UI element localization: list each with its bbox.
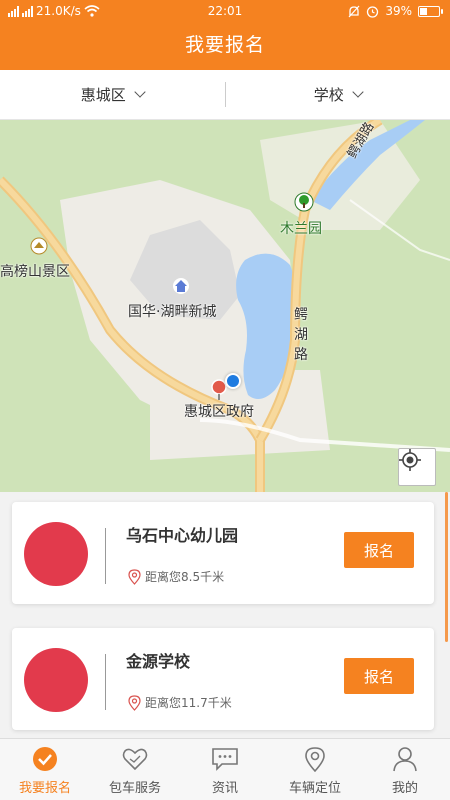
alarm-icon — [367, 5, 379, 18]
user-icon — [391, 745, 419, 773]
school-avatar — [24, 522, 88, 586]
school-distance: 距离您11.7千米 — [128, 694, 232, 711]
school-type-label: 学校 — [313, 86, 344, 104]
school-card[interactable]: 乌石中心幼儿园 距离您8.5千米 报名 — [12, 502, 434, 604]
list-scrollbar[interactable] — [445, 492, 448, 642]
map-canvas — [0, 120, 450, 492]
scenic-spot-icon — [30, 237, 48, 255]
location-pin-icon — [128, 568, 141, 585]
status-right: 39% — [348, 4, 443, 18]
school-name: 金源学校 — [126, 652, 191, 671]
bell-off-icon — [348, 5, 360, 17]
tab-charter-service[interactable]: 包车服务 — [90, 739, 180, 800]
chevron-down-icon — [134, 86, 146, 98]
current-location-dot — [225, 373, 241, 389]
crosshair-icon — [399, 449, 421, 471]
district-label: 惠城区 — [80, 86, 126, 104]
screen: 21.0K/s 22:01 39% 我要报名 惠城区 学校 木兰园 高榜山景区 … — [0, 0, 450, 800]
school-list[interactable]: 乌石中心幼儿园 距离您8.5千米 报名 金源学校 距离您11.7千米 报名 — [0, 492, 450, 738]
check-circle-icon — [31, 745, 59, 773]
card-divider — [105, 654, 106, 710]
tab-register[interactable]: 我要报名 — [0, 739, 90, 800]
home-icon — [173, 278, 189, 294]
chat-icon — [211, 745, 239, 773]
tab-label: 车辆定位 — [288, 781, 341, 796]
school-card[interactable]: 金源学校 距离您11.7千米 报名 — [12, 628, 434, 730]
page-title: 我要报名 — [184, 34, 265, 56]
register-button[interactable]: 报名 — [344, 532, 414, 568]
map-label-scenic: 高榜山景区 — [0, 264, 70, 280]
map-label-road-3: 路 — [294, 347, 308, 363]
battery-fill — [420, 7, 427, 15]
distance-text: 距离您8.5千米 — [145, 570, 225, 584]
card-divider — [105, 528, 106, 584]
map-label-government: 惠城区政府 — [184, 404, 254, 420]
tab-label: 我要报名 — [18, 781, 71, 796]
school-distance: 距离您8.5千米 — [128, 568, 224, 585]
school-avatar — [24, 648, 88, 712]
map-label-community: 国华·湖畔新城 — [128, 304, 217, 320]
filter-bar: 惠城区 学校 — [0, 70, 450, 120]
tab-label: 我的 — [391, 781, 418, 796]
school-type-dropdown[interactable]: 学校 — [226, 70, 450, 119]
location-pin-icon — [301, 745, 329, 773]
map-label-road-1: 鳄 — [294, 307, 308, 323]
tab-news[interactable]: 资讯 — [180, 739, 270, 800]
park-icon — [294, 192, 314, 212]
district-dropdown[interactable]: 惠城区 — [0, 70, 225, 119]
chevron-down-icon — [352, 86, 364, 98]
status-bar: 21.0K/s 22:01 39% — [0, 0, 450, 24]
distance-text: 距离您11.7千米 — [145, 696, 232, 710]
app-header: 21.0K/s 22:01 39% 我要报名 — [0, 0, 450, 70]
battery-percent: 39% — [385, 4, 412, 18]
locate-me-button[interactable] — [398, 448, 436, 486]
school-name: 乌石中心幼儿园 — [126, 526, 239, 545]
tab-label: 包车服务 — [108, 781, 161, 796]
bottom-nav: 我要报名 包车服务 资讯 车辆定位 我的 — [0, 738, 450, 800]
tab-vehicle-location[interactable]: 车辆定位 — [270, 739, 360, 800]
register-button[interactable]: 报名 — [344, 658, 414, 694]
battery-icon — [418, 5, 443, 17]
tab-profile[interactable]: 我的 — [360, 739, 450, 800]
map-label-park: 木兰园 — [280, 221, 322, 237]
map-label-road-2: 湖 — [294, 327, 308, 343]
heart-icon — [121, 745, 149, 773]
map-view[interactable]: 木兰园 高榜山景区 国华·湖畔新城 惠城区政府 鳄 湖 路 鳄湖路 — [0, 120, 450, 492]
location-pin-icon — [128, 694, 141, 711]
tab-label: 资讯 — [211, 781, 238, 796]
